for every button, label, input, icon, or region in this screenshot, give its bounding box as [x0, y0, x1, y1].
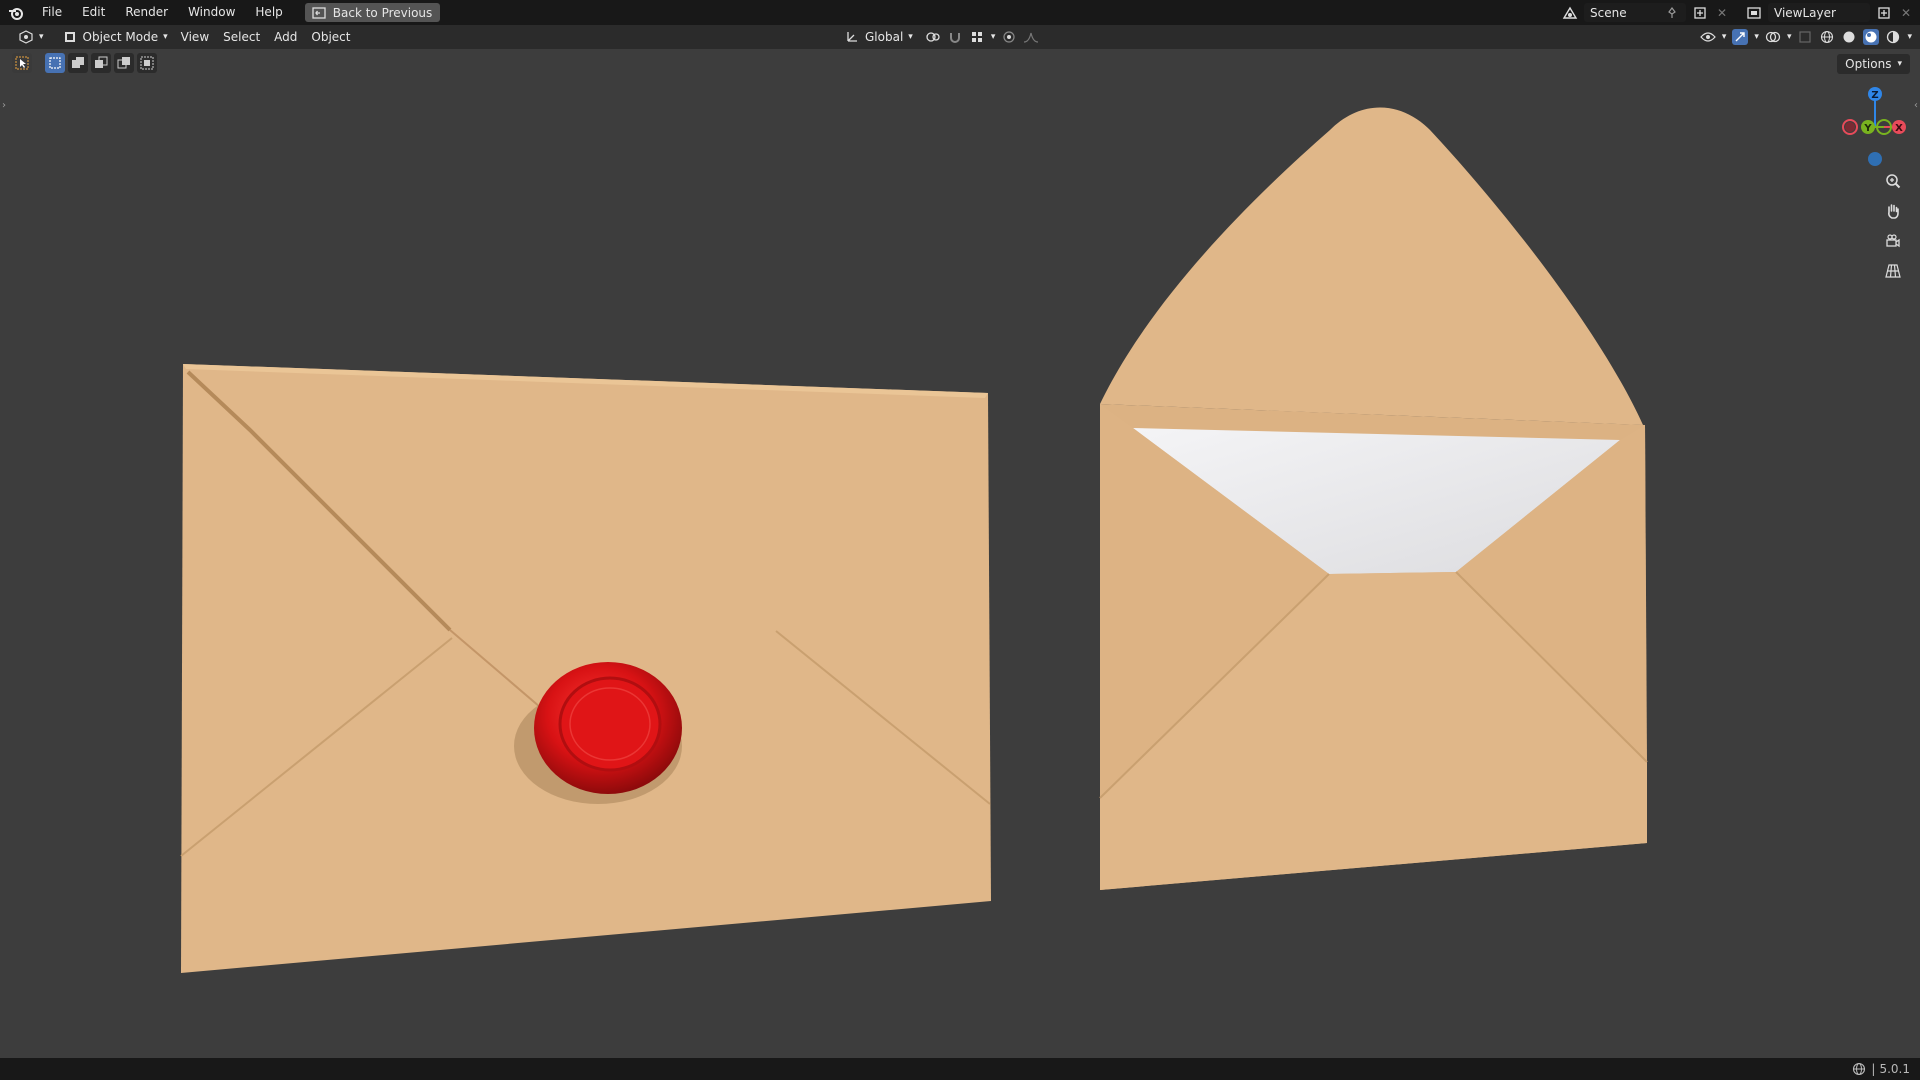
viewport-header: ▾ Object Mode ▾ View Select Add Object G…	[0, 25, 1920, 49]
blender-logo-icon[interactable]	[0, 0, 32, 25]
navigation-gizmo[interactable]: Z Y X	[1842, 84, 1908, 168]
select-intersect-button[interactable]	[137, 53, 157, 73]
overlays-icon[interactable]	[1765, 29, 1781, 45]
3d-viewport-icon	[18, 29, 34, 45]
select-tool-button[interactable]	[12, 53, 32, 73]
mode-dropdown[interactable]: Object Mode ▾	[56, 27, 174, 47]
ortho-perspective-toggle-button[interactable]	[1880, 258, 1906, 284]
x-axis-label: X	[1895, 123, 1903, 134]
zoom-view-button[interactable]	[1880, 168, 1906, 194]
menu-file[interactable]: File	[32, 0, 72, 25]
pin-icon[interactable]	[1664, 5, 1680, 21]
envelope-flap	[1100, 107, 1643, 425]
zoom-magnifier-icon	[1885, 173, 1901, 189]
rendered-shading-icon[interactable]	[1885, 29, 1901, 45]
toolbar-expand-chevron-icon[interactable]: ›	[2, 100, 6, 111]
screen-back-icon	[311, 5, 327, 21]
options-dropdown[interactable]: Options ▾	[1837, 54, 1910, 74]
visibility-eye-icon[interactable]	[1700, 29, 1716, 45]
chevron-down-icon: ▾	[163, 32, 168, 42]
closed-envelope[interactable]	[180, 364, 991, 973]
select-subtract-button[interactable]	[91, 53, 111, 73]
menu-add[interactable]: Add	[267, 25, 304, 49]
menu-select[interactable]: Select	[216, 25, 267, 49]
menu-render[interactable]: Render	[115, 0, 178, 25]
grid-perspective-icon	[1885, 263, 1901, 279]
material-preview-shading-icon[interactable]	[1863, 29, 1880, 45]
network-globe-icon[interactable]	[1851, 1061, 1867, 1077]
y-axis-label: Y	[1863, 123, 1872, 134]
select-invert-button[interactable]	[114, 53, 134, 73]
version-label: 5.0.1	[1879, 1062, 1910, 1076]
select-new-icon	[47, 55, 63, 71]
menu-view[interactable]: View	[174, 25, 216, 49]
snap-increment-icon[interactable]	[969, 29, 985, 45]
delete-view-layer-icon[interactable]: ✕	[1898, 5, 1914, 21]
select-subtract-icon	[93, 55, 109, 71]
editor-type-dropdown[interactable]: ▾	[12, 27, 50, 47]
scene-name: Scene	[1590, 5, 1627, 20]
select-invert-icon	[116, 55, 132, 71]
chevron-down-icon[interactable]: ▾	[1754, 32, 1759, 42]
select-new-button[interactable]	[45, 53, 65, 73]
view-layer-icon[interactable]	[1746, 5, 1762, 21]
camera-icon	[1885, 233, 1901, 249]
open-envelope[interactable]	[1099, 107, 1648, 891]
snap-magnet-icon[interactable]	[947, 29, 963, 45]
viewport-render	[180, 107, 1648, 973]
selection-tool-row	[12, 52, 157, 74]
object-mode-icon	[62, 29, 78, 45]
pivot-point-icon[interactable]	[925, 29, 941, 45]
menu-window[interactable]: Window	[178, 0, 245, 25]
cursor-arrow-icon	[14, 55, 30, 71]
sidebar-expand-chevron-icon[interactable]: ‹	[1914, 100, 1918, 111]
menu-edit[interactable]: Edit	[72, 0, 115, 25]
neg-z-axis-handle[interactable]	[1868, 152, 1882, 166]
proportional-editing-icon[interactable]	[1001, 29, 1017, 45]
menu-help[interactable]: Help	[245, 0, 292, 25]
new-view-layer-icon[interactable]	[1876, 5, 1892, 21]
chevron-down-icon[interactable]: ▾	[991, 32, 996, 42]
hand-pan-icon	[1885, 203, 1901, 219]
falloff-curve-icon[interactable]	[1023, 29, 1039, 45]
status-separator: |	[1871, 1062, 1876, 1076]
back-button-label: Back to Previous	[332, 5, 433, 20]
transform-tools: Global ▾ ▾	[838, 25, 1039, 49]
pan-view-button[interactable]	[1880, 198, 1906, 224]
chevron-down-icon: ▾	[1897, 59, 1902, 69]
menu-object[interactable]: Object	[304, 25, 357, 49]
xray-icon[interactable]	[1797, 29, 1813, 45]
top-menu-bar: File Edit Render Window Help Back to Pre…	[0, 0, 1920, 25]
back-to-previous-button[interactable]: Back to Previous	[304, 3, 441, 22]
camera-view-button[interactable]	[1880, 228, 1906, 254]
new-scene-icon[interactable]	[1692, 5, 1708, 21]
mode-label: Object Mode	[82, 30, 159, 44]
chevron-down-icon: ▾	[39, 32, 44, 42]
select-extend-button[interactable]	[68, 53, 88, 73]
transform-orientation-dropdown[interactable]: Global ▾	[838, 27, 919, 47]
chevron-down-icon[interactable]: ▾	[1722, 32, 1727, 42]
chevron-down-icon[interactable]: ▾	[1907, 32, 1912, 42]
scene-name-field[interactable]: Scene	[1584, 3, 1686, 22]
status-bar: | 5.0.1	[0, 1058, 1920, 1080]
select-intersect-icon	[139, 55, 155, 71]
view-layer-name: ViewLayer	[1774, 5, 1836, 20]
select-extend-icon	[70, 55, 86, 71]
scene-selector-area: Scene ✕ ViewLayer ✕	[1562, 0, 1920, 25]
viewport-display-tools: ▾ ▾ ▾ ▾	[1700, 25, 1912, 49]
view-layer-field[interactable]: ViewLayer	[1768, 3, 1870, 22]
solid-shading-icon[interactable]	[1841, 29, 1857, 45]
3d-viewport[interactable]	[0, 49, 1920, 1058]
options-label: Options	[1845, 57, 1892, 71]
gizmo-toggle-icon[interactable]	[1732, 29, 1749, 45]
chevron-down-icon: ▾	[908, 32, 913, 42]
orientation-axes-icon	[844, 29, 860, 45]
orientation-label: Global	[865, 30, 904, 44]
wireframe-shading-icon[interactable]	[1819, 29, 1835, 45]
scene-icon[interactable]	[1562, 5, 1578, 21]
z-axis-label: Z	[1871, 90, 1878, 101]
chevron-down-icon[interactable]: ▾	[1787, 32, 1792, 42]
delete-scene-icon[interactable]: ✕	[1714, 5, 1730, 21]
